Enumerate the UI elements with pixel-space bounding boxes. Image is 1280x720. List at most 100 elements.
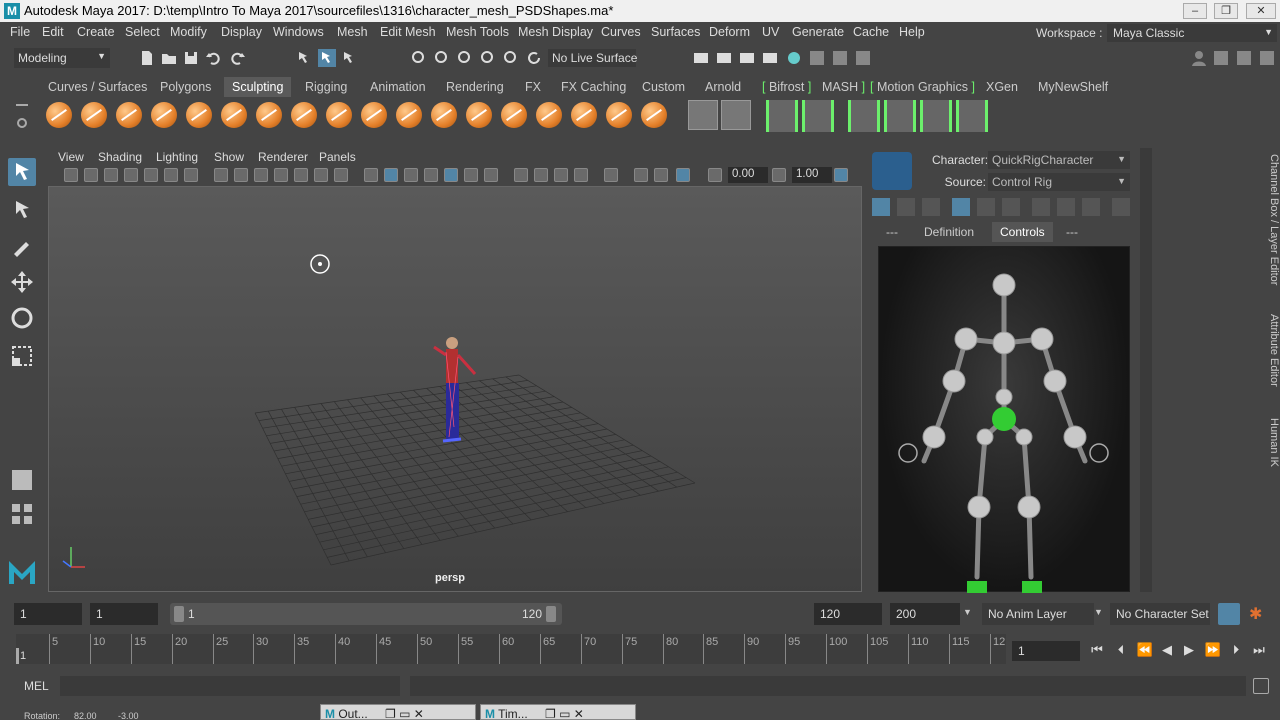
menu-edit[interactable]: Edit [42, 25, 64, 39]
auto-key-icon[interactable] [1218, 603, 1240, 625]
select-components-icon[interactable] [341, 49, 359, 67]
grid-icon[interactable] [214, 168, 228, 182]
step-forward-frame-icon[interactable]: ⏵ [1227, 641, 1245, 659]
knife-tool-icon[interactable] [501, 102, 527, 128]
select-tool-icon[interactable] [8, 158, 36, 186]
motion-blur-icon[interactable] [514, 168, 528, 182]
menu-uv[interactable]: UV [762, 25, 779, 39]
snap-curve-icon[interactable] [433, 49, 451, 67]
move-tool-icon[interactable] [8, 268, 36, 296]
side-tab-human-ik[interactable]: Human IK [1262, 418, 1280, 467]
shelf-menu-icon[interactable] [16, 104, 28, 106]
current-frame-field[interactable]: 1 [1012, 641, 1080, 661]
anim-layer-dropdown[interactable]: No Anim Layer [982, 603, 1094, 625]
render-view-icon[interactable] [692, 49, 710, 67]
shelf-tab-xgen[interactable]: XGen [978, 77, 1026, 97]
bulge-tool-icon[interactable] [571, 102, 597, 128]
character-set-dropdown[interactable]: No Character Set [1110, 603, 1210, 625]
wireframe-on-shaded-icon[interactable] [404, 168, 418, 182]
bookmark-icon[interactable] [104, 168, 118, 182]
hik-right-hand-toggle-icon[interactable] [1089, 443, 1109, 463]
menu-cache[interactable]: Cache [853, 25, 889, 39]
image-plane-icon[interactable] [124, 168, 138, 182]
grease-pencil-icon[interactable] [164, 168, 178, 182]
render-frame-icon[interactable] [715, 49, 733, 67]
go-to-start-icon[interactable]: ⏮ [1088, 641, 1106, 659]
chevron-down-icon[interactable]: ▼ [963, 607, 972, 617]
resolution-gate-icon[interactable] [254, 168, 268, 182]
hik-tab-left[interactable]: --- [878, 222, 906, 242]
scale-tool-icon[interactable] [8, 342, 36, 370]
field-chart-icon[interactable] [294, 168, 308, 182]
character-dropdown[interactable]: QuickRigCharacter ▼ [988, 151, 1130, 169]
flatten-tool-icon[interactable] [221, 102, 247, 128]
sculpt-settings-icon[interactable] [721, 100, 751, 130]
hik-scrollbar[interactable] [1140, 148, 1152, 592]
pen-icon[interactable] [184, 168, 198, 182]
range-start-handle[interactable] [174, 606, 184, 622]
smooth-tool-icon[interactable] [81, 102, 107, 128]
menu-deform[interactable]: Deform [709, 25, 750, 39]
shelf-tab-fx[interactable]: FX [517, 77, 549, 97]
select-objects-icon[interactable] [318, 49, 336, 67]
select-camera-icon[interactable] [64, 168, 78, 182]
scrape-tool-icon[interactable] [431, 102, 457, 128]
menuset-dropdown[interactable]: Modeling ▼ [14, 48, 110, 68]
timeslider-minimized-window[interactable]: M Tim... ❐ ▭ ✕ [480, 704, 636, 720]
play-forwards-icon[interactable]: ▶ [1180, 641, 1198, 659]
hik-tab-right[interactable]: --- [1058, 222, 1086, 242]
range-slider[interactable]: 1 120 [170, 603, 562, 625]
motion-graphics-svg-icon[interactable] [956, 100, 988, 132]
menu-mesh-display[interactable]: Mesh Display [518, 25, 593, 39]
shelf-tab-curves-surfaces[interactable]: Curves / Surfaces [40, 77, 155, 97]
menu-create[interactable]: Create [77, 25, 115, 39]
preferences-icon[interactable]: ✱ [1249, 604, 1262, 624]
menu-generate[interactable]: Generate [792, 25, 844, 39]
animation-end-field[interactable]: 200 [890, 603, 960, 625]
fill-tool-icon[interactable] [466, 102, 492, 128]
workspace-dropdown[interactable]: Maya Classic ▼ [1107, 24, 1277, 42]
snap-live-icon[interactable] [502, 49, 520, 67]
mash-create-network-icon[interactable] [766, 100, 798, 132]
play-backwards-icon[interactable]: ◀ [1158, 641, 1176, 659]
exposure-field[interactable]: 0.00 [728, 167, 768, 183]
current-time-indicator[interactable] [16, 648, 19, 664]
shelf-tab-animation[interactable]: Animation [362, 77, 434, 97]
hik-tab-controls[interactable]: Controls [992, 222, 1053, 242]
shelf-tab-custom[interactable]: Custom [634, 77, 693, 97]
amplify-tool-icon[interactable] [606, 102, 632, 128]
shadows-icon[interactable] [464, 168, 478, 182]
repeat-tool-icon[interactable] [326, 102, 352, 128]
use-all-lights-icon[interactable] [444, 168, 458, 182]
modeling-toolkit-icon[interactable] [808, 49, 826, 67]
spray-tool-icon[interactable] [291, 102, 317, 128]
smear-tool-icon[interactable] [536, 102, 562, 128]
four-view-layout-icon[interactable] [8, 500, 36, 528]
screen-space-ao-icon[interactable] [484, 168, 498, 182]
channel-box-toggle-icon[interactable] [854, 49, 872, 67]
imprint-tool-icon[interactable] [361, 102, 387, 128]
sign-in-icon[interactable] [1190, 49, 1208, 67]
shelf-tab-polygons[interactable]: Polygons [152, 77, 219, 97]
camera-attributes-icon[interactable] [84, 168, 98, 182]
shelf-tab-sculpting[interactable]: Sculpting [224, 77, 292, 97]
open-scene-icon[interactable] [160, 49, 178, 67]
menu-surfaces[interactable]: Surfaces [651, 25, 700, 39]
new-scene-icon[interactable] [138, 49, 156, 67]
rotate-tool-icon[interactable] [8, 304, 36, 332]
xray-joints-icon[interactable] [634, 168, 648, 182]
hik-left-hand-toggle-icon[interactable] [898, 443, 918, 463]
menu-display[interactable]: Display [221, 25, 262, 39]
pinch-tool-icon[interactable] [186, 102, 212, 128]
restore-button[interactable]: ❐ [1214, 3, 1238, 19]
shelf-tab-arnold[interactable]: Arnold [697, 77, 749, 97]
chevron-down-icon[interactable]: ▼ [1094, 607, 1103, 617]
lasso-tool-icon[interactable] [8, 196, 36, 224]
restore-icon[interactable]: ❐ ▭ ✕ [385, 707, 424, 720]
safe-title-icon[interactable] [334, 168, 348, 182]
shelf-tab-mynewshelf[interactable]: MyNewShelf [1030, 77, 1116, 97]
viewport-menu-show[interactable]: Show [214, 150, 244, 164]
motion-graphics-type-icon[interactable] [920, 100, 952, 132]
side-tab-attribute-editor[interactable]: Attribute Editor [1262, 314, 1280, 387]
select-hierarchy-icon[interactable] [296, 49, 314, 67]
